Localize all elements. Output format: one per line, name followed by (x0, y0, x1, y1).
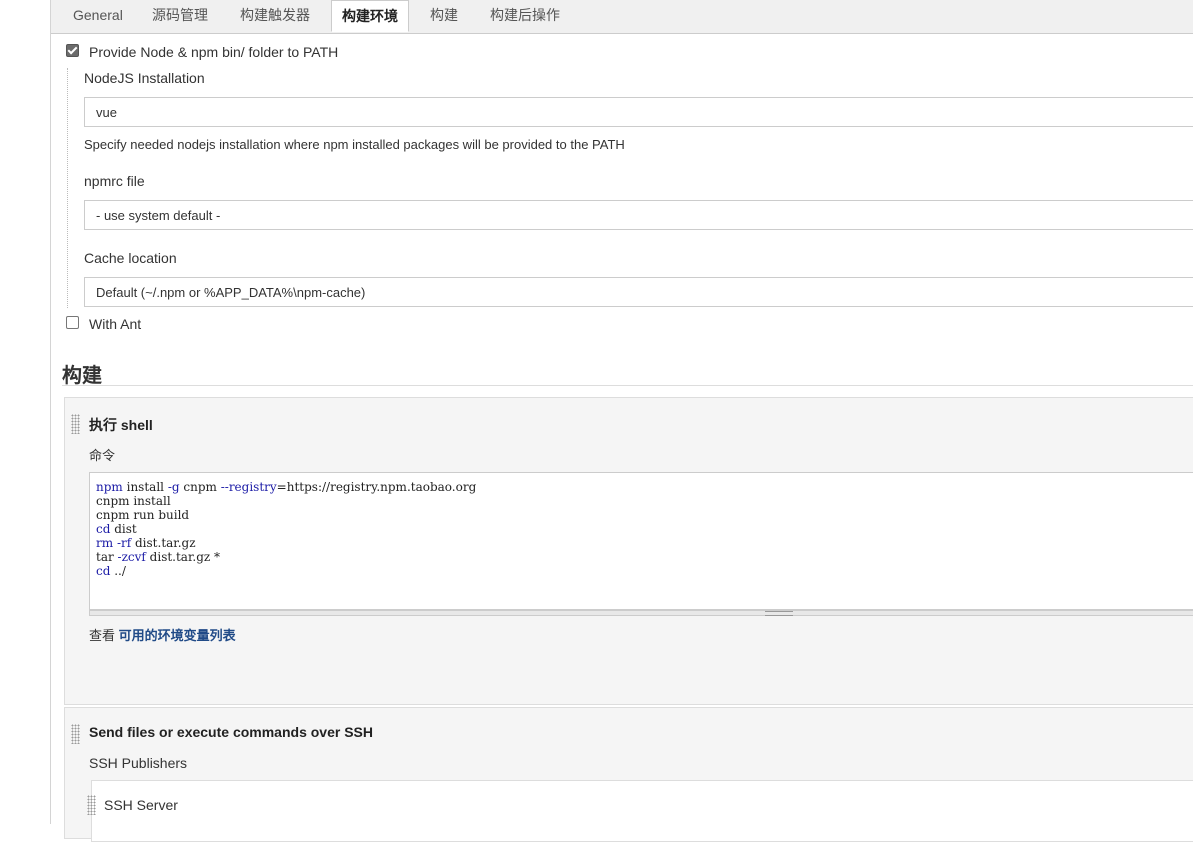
tab-post-build[interactable]: 构建后操作 (490, 0, 560, 33)
ssh-publisher-box: SSH Server (87, 780, 1193, 842)
command-textarea[interactable]: npm install -g cnpm --registry=https://r… (89, 472, 1193, 610)
build-section-title: 构建 (62, 365, 102, 387)
config-tab-bar: General 源码管理 构建触发器 构建环境 构建 构建后操作 (51, 0, 1193, 34)
ssh-panel: Send files or execute commands over SSH … (64, 707, 1193, 842)
nodejs-installation-hint: Specify needed nodejs installation where… (84, 137, 625, 152)
execute-shell-panel: 执行 shell 命令 npm install -g cnpm --regist… (64, 397, 1193, 705)
provide-node-checkbox[interactable] (66, 44, 79, 57)
tab-build-environment[interactable]: 构建环境 (331, 0, 409, 32)
provide-node-label: Provide Node & npm bin/ folder to PATH (89, 44, 339, 60)
cache-location-select[interactable]: Default (~/.npm or %APP_DATA%\npm-cache) (84, 277, 1193, 307)
tab-source-control[interactable]: 源码管理 (152, 0, 208, 33)
drag-handle-icon[interactable] (87, 795, 96, 815)
ssh-publishers-label: SSH Publishers (89, 755, 188, 771)
tab-build[interactable]: 构建 (430, 0, 458, 33)
tab-build-triggers[interactable]: 构建触发器 (240, 0, 310, 33)
cache-location-label: Cache location (84, 250, 177, 266)
ssh-panel-title: Send files or execute commands over SSH (89, 724, 373, 740)
build-section-divider (62, 385, 1193, 386)
drag-handle-icon[interactable] (71, 724, 80, 744)
with-ant-label: With Ant (89, 316, 142, 332)
command-line: cnpm run build (96, 508, 190, 522)
env-vars-link[interactable]: 可用的环境变量列表 (119, 628, 236, 643)
npmrc-file-select[interactable]: - use system default - (84, 200, 1193, 230)
ssh-server-label: SSH Server (104, 797, 178, 813)
tab-general[interactable]: General (73, 0, 123, 33)
command-line: cd dist (96, 522, 137, 536)
with-ant-checkbox[interactable] (66, 316, 79, 329)
command-line: cnpm install (96, 494, 171, 508)
drag-handle-icon[interactable] (71, 414, 80, 434)
command-line: tar -zcvf dist.tar.gz * (96, 550, 221, 564)
command-label: 命令 (89, 448, 116, 463)
job-config-content: General 源码管理 构建触发器 构建环境 构建 构建后操作 Provide… (50, 0, 1193, 842)
command-line: cd ../ (96, 564, 126, 578)
npmrc-file-label: npmrc file (84, 173, 145, 189)
command-line: rm -rf dist.tar.gz (96, 536, 196, 550)
env-vars-hint: 查看 可用的环境变量列表 (89, 625, 236, 644)
nodejs-installation-label: NodeJS Installation (84, 70, 205, 86)
nodejs-installation-select[interactable]: vue (84, 97, 1193, 127)
resize-grip-icon[interactable] (765, 611, 793, 616)
execute-shell-title: 执行 shell (89, 417, 153, 433)
nested-options-guide (67, 68, 68, 308)
textarea-resize-bar[interactable] (89, 610, 1193, 616)
command-line: npm install -g cnpm --registry=https://r… (96, 480, 477, 494)
see-prefix: 查看 (89, 628, 116, 643)
